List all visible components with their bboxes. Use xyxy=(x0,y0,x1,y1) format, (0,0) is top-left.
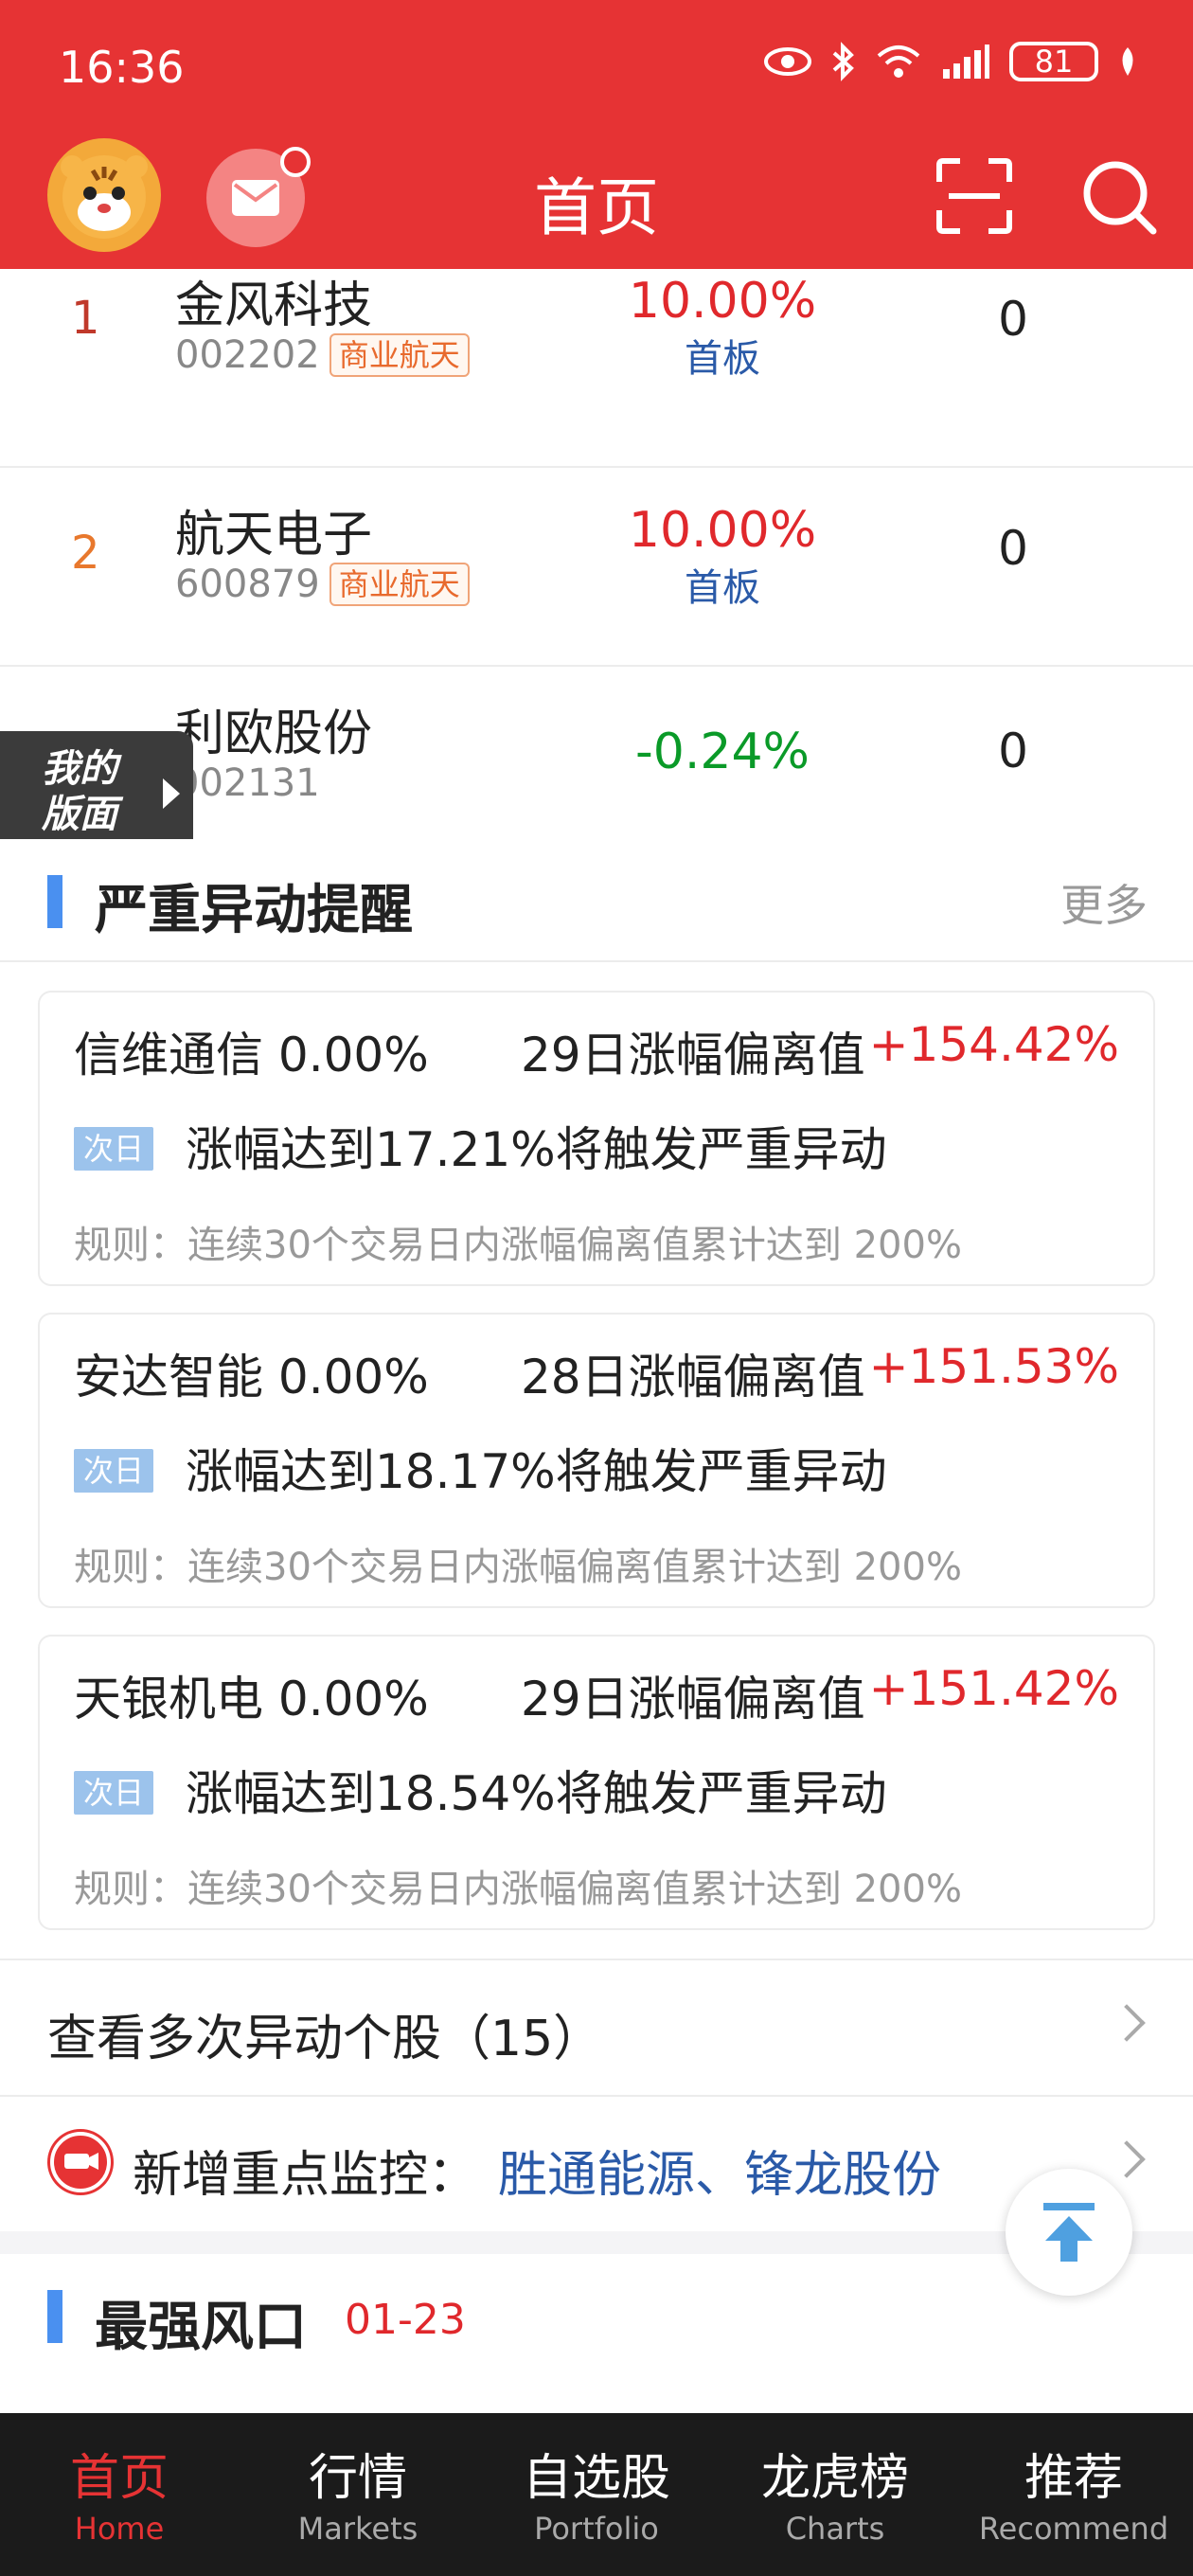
section-accent-bar xyxy=(47,875,62,928)
stock-board: 首板 xyxy=(685,337,760,381)
stock-concept-tag: 商业航天 xyxy=(329,333,470,377)
section-accent-bar xyxy=(47,2290,62,2343)
status-icons: 81 xyxy=(763,42,1138,81)
stock-concept-tag: 商业航天 xyxy=(329,563,470,606)
stock-name: 航天电子 xyxy=(175,507,373,564)
nav-sublabel: Markets xyxy=(297,2511,418,2547)
stock-change: 10.00% xyxy=(628,273,817,330)
alert-deviation-label: 29日涨幅偏离值 xyxy=(521,1672,865,1726)
alert-trigger-text: 涨幅达到18.17%将触发严重异动 xyxy=(186,1444,887,1499)
monitor-label: 新增重点监控： xyxy=(133,2147,478,2204)
alert-deviation-value: +151.42% xyxy=(868,1661,1119,1716)
alert-stock-name: 天银机电 0.00% xyxy=(74,1672,429,1726)
stock-code: 002131 xyxy=(175,761,320,805)
nav-label: 行情 xyxy=(308,2450,407,2507)
nav-label: 推荐 xyxy=(1024,2450,1123,2507)
bottom-nav: 首页 Home 行情 Markets 自选股 Portfolio 龙虎榜 Cha… xyxy=(0,2413,1193,2576)
stock-row[interactable]: 1 金风科技 002202 商业航天 10.00% 首板 0 xyxy=(0,269,1193,468)
serious-alert-section: 严重异动提醒 更多 信维通信 0.00% 29日涨幅偏离值 +154.42% 次… xyxy=(0,839,1193,2231)
section-header: 严重异动提醒 更多 xyxy=(0,839,1193,962)
stock-code: 002202 xyxy=(175,333,320,377)
search-icon xyxy=(1083,161,1157,235)
signal-icon xyxy=(943,45,989,79)
section-date: 01-23 xyxy=(345,2296,466,2344)
stock-value: 0 xyxy=(998,521,1028,576)
nav-label: 龙虎榜 xyxy=(760,2450,909,2507)
stock-name: 金风科技 xyxy=(175,277,373,334)
nav-label: 自选股 xyxy=(522,2450,670,2507)
stock-code-line: 002202 商业航天 xyxy=(175,333,470,377)
alert-card[interactable]: 安达智能 0.00% 28日涨幅偏离值 +151.53% 次日 涨幅达到18.1… xyxy=(38,1313,1155,1608)
multi-alert-link[interactable]: 查看多次异动个股（15） xyxy=(0,1959,1193,2095)
monitor-camera-icon xyxy=(47,2129,114,2195)
scan-button[interactable] xyxy=(935,157,1013,235)
wifi-icon xyxy=(877,45,920,78)
chevron-right-icon xyxy=(163,778,180,809)
page-title: 首页 xyxy=(534,171,659,244)
nav-sublabel: Charts xyxy=(785,2511,885,2547)
nav-recommend[interactable]: 推荐 Recommend xyxy=(954,2413,1193,2576)
monitor-stock-names[interactable]: 胜通能源、锋龙股份 xyxy=(498,2135,941,2206)
nav-sublabel: Home xyxy=(74,2511,165,2547)
stock-name: 利欧股份 xyxy=(175,706,373,762)
chevron-right-icon xyxy=(1108,2004,1146,2042)
nav-markets[interactable]: 行情 Markets xyxy=(239,2413,477,2576)
nav-home[interactable]: 首页 Home xyxy=(0,2413,239,2576)
alert-deviation-value: +151.53% xyxy=(868,1339,1119,1394)
stock-code: 600879 xyxy=(175,563,320,606)
section-title: 最强风口 xyxy=(95,2297,307,2358)
nav-sublabel: Recommend xyxy=(978,2511,1169,2547)
stock-rank: 1 xyxy=(71,292,100,345)
alert-card[interactable]: 信维通信 0.00% 29日涨幅偏离值 +154.42% 次日 涨幅达到17.2… xyxy=(38,991,1155,1286)
scan-icon xyxy=(936,158,1012,234)
stock-change: -0.24% xyxy=(635,724,810,780)
my-layout-tab[interactable]: 我的 版面 xyxy=(0,731,193,856)
nav-label: 首页 xyxy=(69,2450,169,2507)
stock-rank: 2 xyxy=(71,527,100,580)
more-link[interactable]: 更多 xyxy=(1060,871,1148,934)
nav-portfolio[interactable]: 自选股 Portfolio xyxy=(477,2413,716,2576)
multi-alert-text: 查看多次异动个股（15） xyxy=(47,2011,603,2067)
alert-card[interactable]: 天银机电 0.00% 29日涨幅偏离值 +151.42% 次日 涨幅达到18.5… xyxy=(38,1635,1155,1930)
stock-change: 10.00% xyxy=(628,502,817,559)
alert-stock-name: 安达智能 0.00% xyxy=(74,1350,429,1404)
section-title: 严重异动提醒 xyxy=(95,880,413,941)
stock-board: 首板 xyxy=(685,566,760,610)
arrow-up-icon xyxy=(1043,2203,1095,2262)
alert-stock-name: 信维通信 0.00% xyxy=(74,1028,429,1082)
stock-value: 0 xyxy=(998,292,1028,347)
alert-deviation-label: 28日涨幅偏离值 xyxy=(521,1350,865,1404)
search-button[interactable] xyxy=(1079,157,1159,237)
alert-deviation-label: 29日涨幅偏离值 xyxy=(521,1028,865,1082)
stock-row[interactable]: 2 航天电子 600879 商业航天 10.00% 首板 0 xyxy=(0,468,1193,667)
leaf-icon xyxy=(1122,47,1133,76)
stock-code-line: 002131 xyxy=(175,761,320,805)
next-day-badge: 次日 xyxy=(74,1127,154,1171)
eye-icon xyxy=(764,47,811,76)
bluetooth-icon xyxy=(832,42,854,81)
alert-rule-text: 规则：连续30个交易日内涨幅偏离值累计达到 200% xyxy=(74,1224,962,1267)
nav-charts[interactable]: 龙虎榜 Charts xyxy=(716,2413,954,2576)
status-time: 16:36 xyxy=(59,42,185,93)
alert-rule-text: 规则：连续30个交易日内涨幅偏离值累计达到 200% xyxy=(74,1546,962,1589)
stock-value: 0 xyxy=(998,724,1028,778)
alert-trigger-text: 涨幅达到17.21%将触发严重异动 xyxy=(186,1122,887,1177)
next-day-badge: 次日 xyxy=(74,1449,154,1493)
back-to-top-button[interactable] xyxy=(1006,2169,1132,2296)
alert-rule-text: 规则：连续30个交易日内涨幅偏离值累计达到 200% xyxy=(74,1868,962,1911)
battery-indicator: 81 xyxy=(1009,42,1098,81)
app-header: 16:36 81 首页 xyxy=(0,0,1193,269)
stock-code-line: 600879 商业航天 xyxy=(175,563,470,606)
nav-sublabel: Portfolio xyxy=(534,2511,659,2547)
alert-trigger-text: 涨幅达到18.54%将触发严重异动 xyxy=(186,1766,887,1821)
alert-deviation-value: +154.42% xyxy=(868,1017,1119,1072)
next-day-badge: 次日 xyxy=(74,1771,154,1815)
